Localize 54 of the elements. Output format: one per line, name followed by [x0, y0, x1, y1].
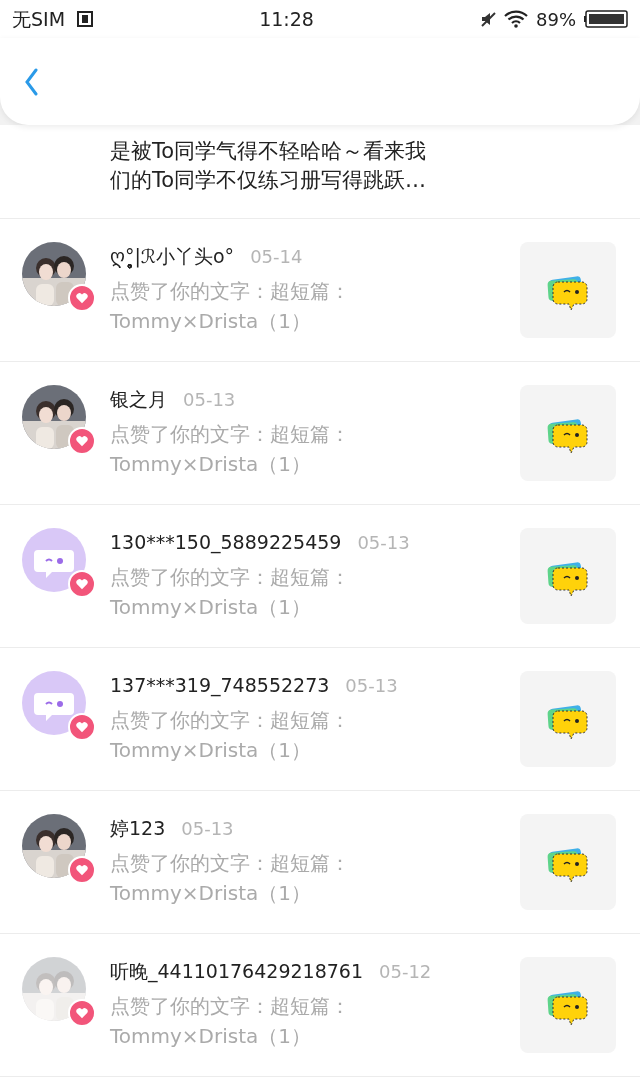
notification-row[interactable]: ღ°̥̥̥̥̥̥̥̥|ℛ小丫头o° 05-14 点赞了你的文字：超短篇： Tommy×Drista（1）	[0, 219, 640, 362]
sim-icon	[77, 11, 94, 27]
battery-icon	[584, 10, 628, 28]
date-label: 05-13	[181, 817, 234, 841]
heart-icon	[75, 721, 89, 733]
notification-row[interactable]: 130***150_5889225459 05-13 点赞了你的文字：超短篇： Tommy×Drista（1）	[0, 505, 640, 648]
like-message: 点赞了你的文字：超短篇：	[110, 421, 351, 448]
post-thumbnail[interactable]	[520, 242, 616, 338]
battery-percent: 89%	[536, 7, 576, 32]
chat-bubble-avatar-icon	[22, 671, 86, 735]
heart-icon	[75, 1007, 89, 1019]
notification-row[interactable]: 听晚_44110176429218761 05-12 点赞了你的文字：超短篇： Tommy×Drista（1）	[0, 934, 640, 1077]
like-message: 点赞了你的文字：超短篇：	[110, 850, 351, 877]
post-title: Tommy×Drista（1）	[110, 1023, 313, 1050]
wifi-icon	[504, 9, 528, 29]
user-name[interactable]: 137***319_748552273	[110, 671, 330, 700]
notification-row[interactable]: 银之月 05-13 点赞了你的文字：超短篇： Tommy×Drista（1）	[0, 362, 640, 505]
user-name[interactable]: 银之月	[110, 385, 167, 414]
notification-row[interactable]: 婷123 05-13 点赞了你的文字：超短篇： Tommy×Drista（1）	[0, 791, 640, 934]
date-label: 05-12	[379, 960, 432, 984]
clock: 11:28	[259, 6, 314, 32]
post-title: Tommy×Drista（1）	[110, 594, 313, 621]
date-label: 05-13	[183, 388, 236, 412]
post-title: Tommy×Drista（1）	[110, 880, 313, 907]
back-icon	[24, 67, 38, 96]
post-thumbnail[interactable]	[520, 385, 616, 481]
mute-icon	[480, 11, 496, 27]
chat-bubble-avatar-icon	[22, 528, 86, 592]
heart-icon	[75, 864, 89, 876]
post-thumbnail[interactable]	[520, 957, 616, 1053]
heart-icon	[75, 292, 89, 304]
like-message: 点赞了你的文字：超短篇：	[110, 564, 351, 591]
post-title: Tommy×Drista（1）	[110, 737, 313, 764]
comment-text: 们的To同学不仅练习册写得跳跃…	[110, 167, 428, 194]
date-label: 05-13	[345, 674, 398, 698]
carrier-label: 无SIM	[12, 6, 66, 32]
user-name[interactable]: 130***150_5889225459	[110, 528, 342, 557]
user-name[interactable]: 听晚_44110176429218761	[110, 957, 363, 986]
heart-icon	[75, 435, 89, 447]
post-thumbnail[interactable]	[520, 814, 616, 910]
post-title: Tommy×Drista（1）	[110, 308, 313, 335]
post-thumbnail[interactable]	[520, 528, 616, 624]
post-thumbnail[interactable]	[520, 671, 616, 767]
post-title: Tommy×Drista（1）	[110, 451, 313, 478]
user-name[interactable]: 婷123	[110, 814, 166, 843]
like-message: 点赞了你的文字：超短篇：	[110, 993, 351, 1020]
like-message: 点赞了你的文字：超短篇：	[110, 707, 351, 734]
comment-text: 是被To同学气得不轻哈哈～看来我	[110, 138, 428, 165]
like-message: 点赞了你的文字：超短篇：	[110, 278, 351, 305]
user-name[interactable]: ღ°̥̥̥̥̥̥̥̥|ℛ小丫头o°	[110, 242, 235, 271]
date-label: 05-14	[250, 245, 303, 269]
notification-row[interactable]: 137***319_748552273 05-13 点赞了你的文字：超短篇： Tommy×Drista（1）	[0, 648, 640, 791]
heart-icon	[75, 578, 89, 590]
date-label: 05-13	[357, 531, 410, 555]
